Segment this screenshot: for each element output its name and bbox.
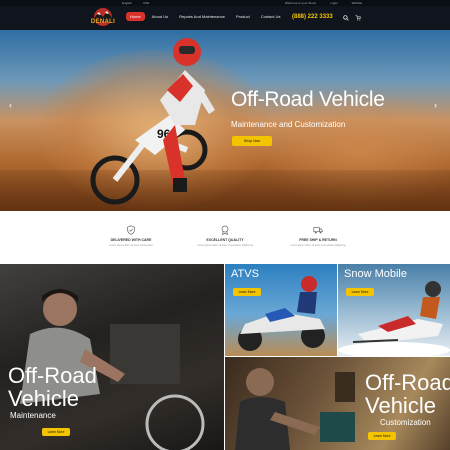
phone-number[interactable]: (888) 222 3333 <box>292 14 333 20</box>
hero-banner: 96 ‹ › Off-Road Vehicle Maintenance and … <box>0 30 450 211</box>
award-icon <box>221 225 229 235</box>
panel-title-line2: Vehicle <box>8 386 79 411</box>
panel-title-line1: Off-Road <box>365 370 450 395</box>
site-header: DENALI Home About Us Repairs And Mainten… <box>0 6 450 30</box>
feature-quality: EXCELLENT QUALITY Lorem ipsum dolor sit … <box>185 225 265 247</box>
nav-contact-us[interactable]: Contact Us <box>257 12 285 21</box>
motocross-rider-image: 96 <box>90 38 215 205</box>
main-nav: Home About Us Repairs And Maintenance Pr… <box>126 12 285 21</box>
nav-repairs[interactable]: Repairs And Maintenance <box>175 12 229 21</box>
truck-icon <box>313 227 323 234</box>
learn-more-button[interactable]: Learn More <box>368 432 396 440</box>
panel-subtitle: Maintenance <box>10 411 56 420</box>
feature-delivered: DELIVERED WITH CARE Lorem ipsum dolor si… <box>91 225 171 247</box>
maintenance-panel[interactable]: Off-Road Vehicle Maintenance Learn More <box>0 264 224 450</box>
snow-mobile-panel[interactable]: Snow Mobile Learn More <box>338 264 450 356</box>
panel-title: Snow Mobile <box>344 268 407 280</box>
feature-desc: Lorem ipsum dolor sit amet consectetur a… <box>197 244 253 247</box>
panel-title-line1: Off-Road <box>8 363 97 388</box>
search-icon[interactable] <box>343 15 349 21</box>
shop-now-button[interactable]: Shop Now <box>232 136 272 146</box>
hero-title: Off-Road Vehicle <box>231 88 385 111</box>
feature-free-ship: FREE SHIP & RETURN Lorem ipsum dolor sit… <box>278 225 358 247</box>
shield-icon <box>127 225 135 235</box>
nav-product[interactable]: Product <box>232 12 254 21</box>
feature-title: EXCELLENT QUALITY <box>206 238 244 242</box>
learn-more-button[interactable]: Learn More <box>42 428 70 436</box>
learn-more-button[interactable]: Learn More <box>233 288 261 296</box>
logo-mountain-icon[interactable] <box>86 7 120 29</box>
dirt-ground <box>0 170 450 211</box>
nav-about-us[interactable]: About Us <box>148 12 172 21</box>
mechanic-image <box>0 264 224 450</box>
feature-title: DELIVERED WITH CARE <box>110 238 152 242</box>
customization-panel[interactable]: Off-Road Vehicle Customization Learn Mor… <box>225 357 450 450</box>
panel-title-line2: Vehicle <box>365 393 436 418</box>
logo-text: DENALI <box>90 19 116 25</box>
feature-desc: Lorem ipsum dolor sit amet consectetur <box>109 244 153 247</box>
panel-subtitle: Customization <box>380 418 431 427</box>
feature-desc: Lorem ipsum dolor sit amet consectetur a… <box>290 244 346 247</box>
nav-home[interactable]: Home <box>126 12 145 21</box>
cart-icon[interactable] <box>355 15 361 21</box>
prev-slide-arrow[interactable]: ‹ <box>9 100 12 110</box>
hero-subtitle: Maintenance and Customization <box>231 120 346 129</box>
feature-title: FREE SHIP & RETURN <box>299 238 337 242</box>
features-strip: DELIVERED WITH CARE Lorem ipsum dolor si… <box>0 211 450 264</box>
next-slide-arrow[interactable]: › <box>434 100 437 110</box>
panel-title: ATVS <box>231 268 259 280</box>
atvs-panel[interactable]: ATVS Learn More <box>225 264 337 356</box>
learn-more-button[interactable]: Learn More <box>346 288 374 296</box>
